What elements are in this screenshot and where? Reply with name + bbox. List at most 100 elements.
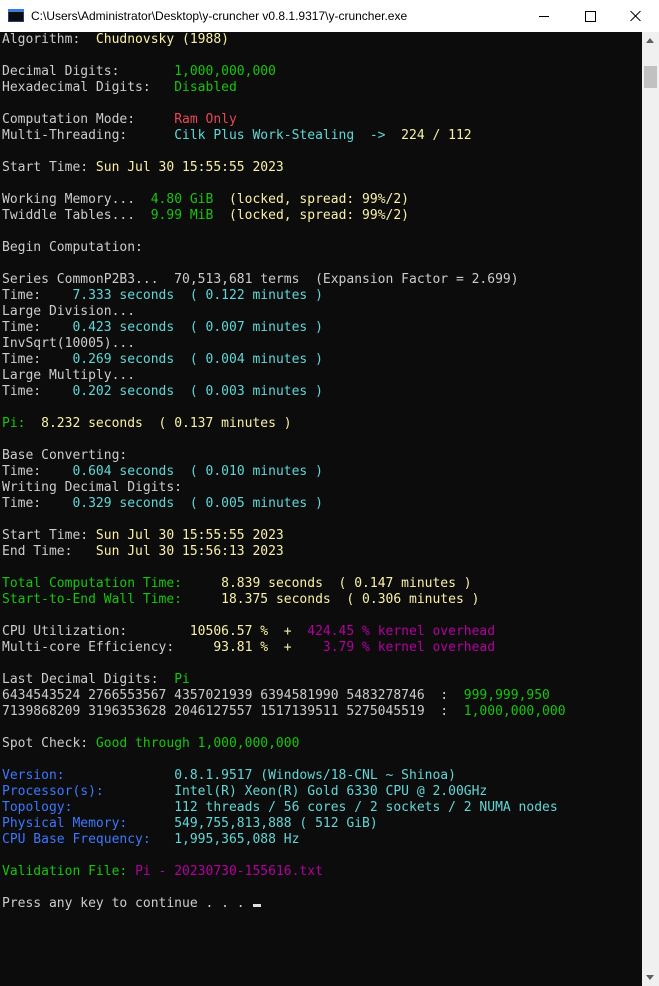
console-text: Working Memory... [2,192,151,207]
console-line: Processor(s): Intel(R) Xeon(R) Gold 6330… [2,784,640,800]
console-line: Time: 0.269 seconds ( 0.004 minutes ) [2,352,640,368]
window-title: C:\Users\Administrator\Desktop\y-crunche… [31,9,408,23]
console-text: 8.839 seconds ( 0.147 minutes ) [221,576,472,591]
console-text: 10506.57 % + [189,624,308,639]
console-app-icon[interactable] [7,7,25,25]
minimize-icon [539,15,549,17]
console-text: Time: [2,496,73,511]
console-text: Pi: [2,416,42,431]
console-text: 224 / 112 [401,128,472,143]
console-text: Validation File: [2,864,136,879]
console-text: 7.333 seconds ( 0.122 minutes ) [72,288,323,303]
maximize-button[interactable] [567,0,613,32]
console-line: Physical Memory: 549,755,813,888 ( 512 G… [2,816,640,832]
console-text: Ram Only [174,112,237,127]
console-text: 6434543524 2766553567 4357021939 6394581… [2,688,464,703]
console-line: Time: 0.604 seconds ( 0.010 minutes ) [2,464,640,480]
console-line: Writing Decimal Digits: [2,480,640,496]
console-line: Start Time: Sun Jul 30 15:55:55 2023 [2,528,640,544]
console-text: Time: [2,320,73,335]
console-text: CPU Base Frequency: [2,832,175,847]
console-text: Time: [2,288,73,303]
console-text: 424.45 % kernel overhead [307,624,496,639]
console-text: Writing Decimal Digits: [2,480,183,495]
console-text: 0.269 seconds ( 0.004 minutes ) [72,352,323,367]
console-text: 112 threads / 56 cores / 2 sockets / 2 N… [174,800,558,815]
console-text: Sun Jul 30 15:55:55 2023 [95,528,284,543]
console-text: 3.79 % kernel overhead [322,640,496,655]
console-text: Version: [2,768,175,783]
console-line: Working Memory... 4.80 GiB (locked, spre… [2,192,640,208]
console-text: 0.202 seconds ( 0.003 minutes ) [72,384,323,399]
console-text: InvSqrt(10005)... [2,336,136,351]
console-line: Start-to-End Wall Time: 18.375 seconds (… [2,592,640,608]
console-line: Spot Check: Good through 1,000,000,000 [2,736,640,752]
console-text: 18.375 seconds ( 0.306 minutes ) [221,592,480,607]
scroll-down-arrow-icon[interactable] [646,975,654,980]
console-text: Multi-core Efficiency: [2,640,214,655]
console-text: Topology: [2,800,175,815]
scroll-thumb[interactable] [644,66,657,88]
console-text: Disabled [174,80,237,95]
minimize-button[interactable] [521,0,567,32]
console-text: 0.423 seconds ( 0.007 minutes ) [72,320,323,335]
console-text: Algorithm: [2,32,96,47]
console-line: Twiddle Tables... 9.99 MiB (locked, spre… [2,208,640,224]
console-line: Time: 7.333 seconds ( 0.122 minutes ) [2,288,640,304]
console-text: 1,000,000,000 [174,64,276,79]
console-text: CPU Utilization: [2,624,190,639]
console-text: (locked, spread: 99%/2) [213,208,410,223]
console-text: 0.604 seconds ( 0.010 minutes ) [72,464,323,479]
console-text: Decimal Digits: [2,64,175,79]
console-text: Last Decimal Digits: [2,672,175,687]
console-line: Multi-core Efficiency: 93.81 % + 3.79 % … [2,640,640,656]
close-icon [630,10,642,22]
console-line: Time: 0.329 seconds ( 0.005 minutes ) [2,496,640,512]
console-text: 7139868209 3196353628 2046127557 1517139… [2,704,464,719]
console-line: InvSqrt(10005)... [2,336,640,352]
console-line: Multi-Threading: Cilk Plus Work-Stealing… [2,128,640,144]
console-output[interactable]: Algorithm: Chudnovsky (1988) Decimal Dig… [2,32,640,986]
console-line: Total Computation Time: 8.839 seconds ( … [2,576,640,592]
console-line: 7139868209 3196353628 2046127557 1517139… [2,704,640,720]
console-text: 999,999,950 [463,688,550,703]
scroll-up-arrow-icon[interactable] [646,38,654,43]
console-text: 9.99 MiB [150,208,214,223]
console-text: Base Converting: [2,448,128,463]
console-line: 6434543524 2766553567 4357021939 6394581… [2,688,640,704]
console-line: End Time: Sun Jul 30 15:56:13 2023 [2,544,640,560]
console-text: 549,755,813,888 ( 512 GiB) [174,816,378,831]
console-line: CPU Utilization: 10506.57 % + 424.45 % k… [2,624,640,640]
vertical-scrollbar[interactable] [642,32,659,986]
console-line: Time: 0.423 seconds ( 0.007 minutes ) [2,320,640,336]
console-line: Series CommonP2B3... 70,513,681 terms (E… [2,272,640,288]
console-text: Multi-Threading: [2,128,175,143]
console-line: Algorithm: Chudnovsky (1988) [2,32,640,48]
console-text: Cilk Plus Work-Stealing -> [174,128,402,143]
console-text: Start-to-End Wall Time: [2,592,222,607]
console-text: Intel(R) Xeon(R) Gold 6330 CPU @ 2.00GHz [174,784,488,799]
console-line: Topology: 112 threads / 56 cores / 2 soc… [2,800,640,816]
close-button[interactable] [613,0,659,32]
console-text: Pi - 20230730-155616.txt [135,864,323,879]
console-line: Last Decimal Digits: Pi [2,672,640,688]
console-text: Series CommonP2B3... 70,513,681 terms (E… [2,272,519,287]
title-bar[interactable]: C:\Users\Administrator\Desktop\y-crunche… [0,0,659,32]
console-text: 1,995,365,088 Hz [174,832,300,847]
console-text: Chudnovsky (1988) [95,32,229,47]
console-window: C:\Users\Administrator\Desktop\y-crunche… [0,0,659,986]
console-line: Decimal Digits: 1,000,000,000 [2,64,640,80]
console-line: Version: 0.8.1.9517 (Windows/18-CNL ~ Sh… [2,768,640,784]
